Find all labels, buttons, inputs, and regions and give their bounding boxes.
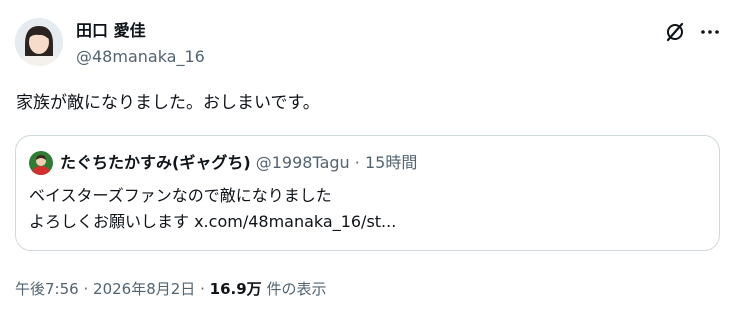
- tweet-date[interactable]: 2026年8月2日: [93, 280, 195, 298]
- footer-separator: ·: [83, 280, 89, 298]
- quote-author-avatar[interactable]: [29, 151, 53, 175]
- author-name[interactable]: 田口 愛佳: [76, 20, 146, 42]
- views-label[interactable]: 件の表示: [266, 280, 326, 298]
- quote-author-handle[interactable]: @1998Tagu: [256, 153, 350, 172]
- quote-author-name[interactable]: たぐちたかすみ(ギャグち): [60, 153, 251, 172]
- quote-text-line-1: ベイスターズファンなので敵になりました: [29, 186, 332, 205]
- tweet-time[interactable]: 午後7:56: [15, 280, 79, 298]
- quote-header: たぐちたかすみ(ギャグち) @1998Tagu · 15時間: [60, 152, 417, 174]
- footer-separator: ·: [200, 280, 205, 298]
- quote-timestamp[interactable]: 15時間: [365, 153, 417, 172]
- more-icon[interactable]: [699, 21, 721, 43]
- views-count[interactable]: 16.9万: [210, 280, 262, 298]
- tweet-text: 家族が敵になりました。おしまいです。: [16, 93, 320, 113]
- quote-author-avatar-image: [29, 151, 53, 175]
- quote-meta-separator: ·: [354, 153, 360, 172]
- quoted-tweet-card[interactable]: たぐちたかすみ(ギャグち) @1998Tagu · 15時間 ベイスターズファン…: [15, 135, 720, 251]
- grok-icon[interactable]: [664, 21, 686, 43]
- author-avatar-image: [15, 18, 63, 66]
- author-handle[interactable]: @48manaka_16: [76, 46, 205, 68]
- author-avatar[interactable]: [15, 18, 63, 66]
- tweet-footer: 午後7:56 · 2026年8月2日 · 16.9万 件の表示: [15, 278, 326, 300]
- quote-text-line-2: よろしくお願いします x.com/48manaka_16/st...: [29, 212, 397, 231]
